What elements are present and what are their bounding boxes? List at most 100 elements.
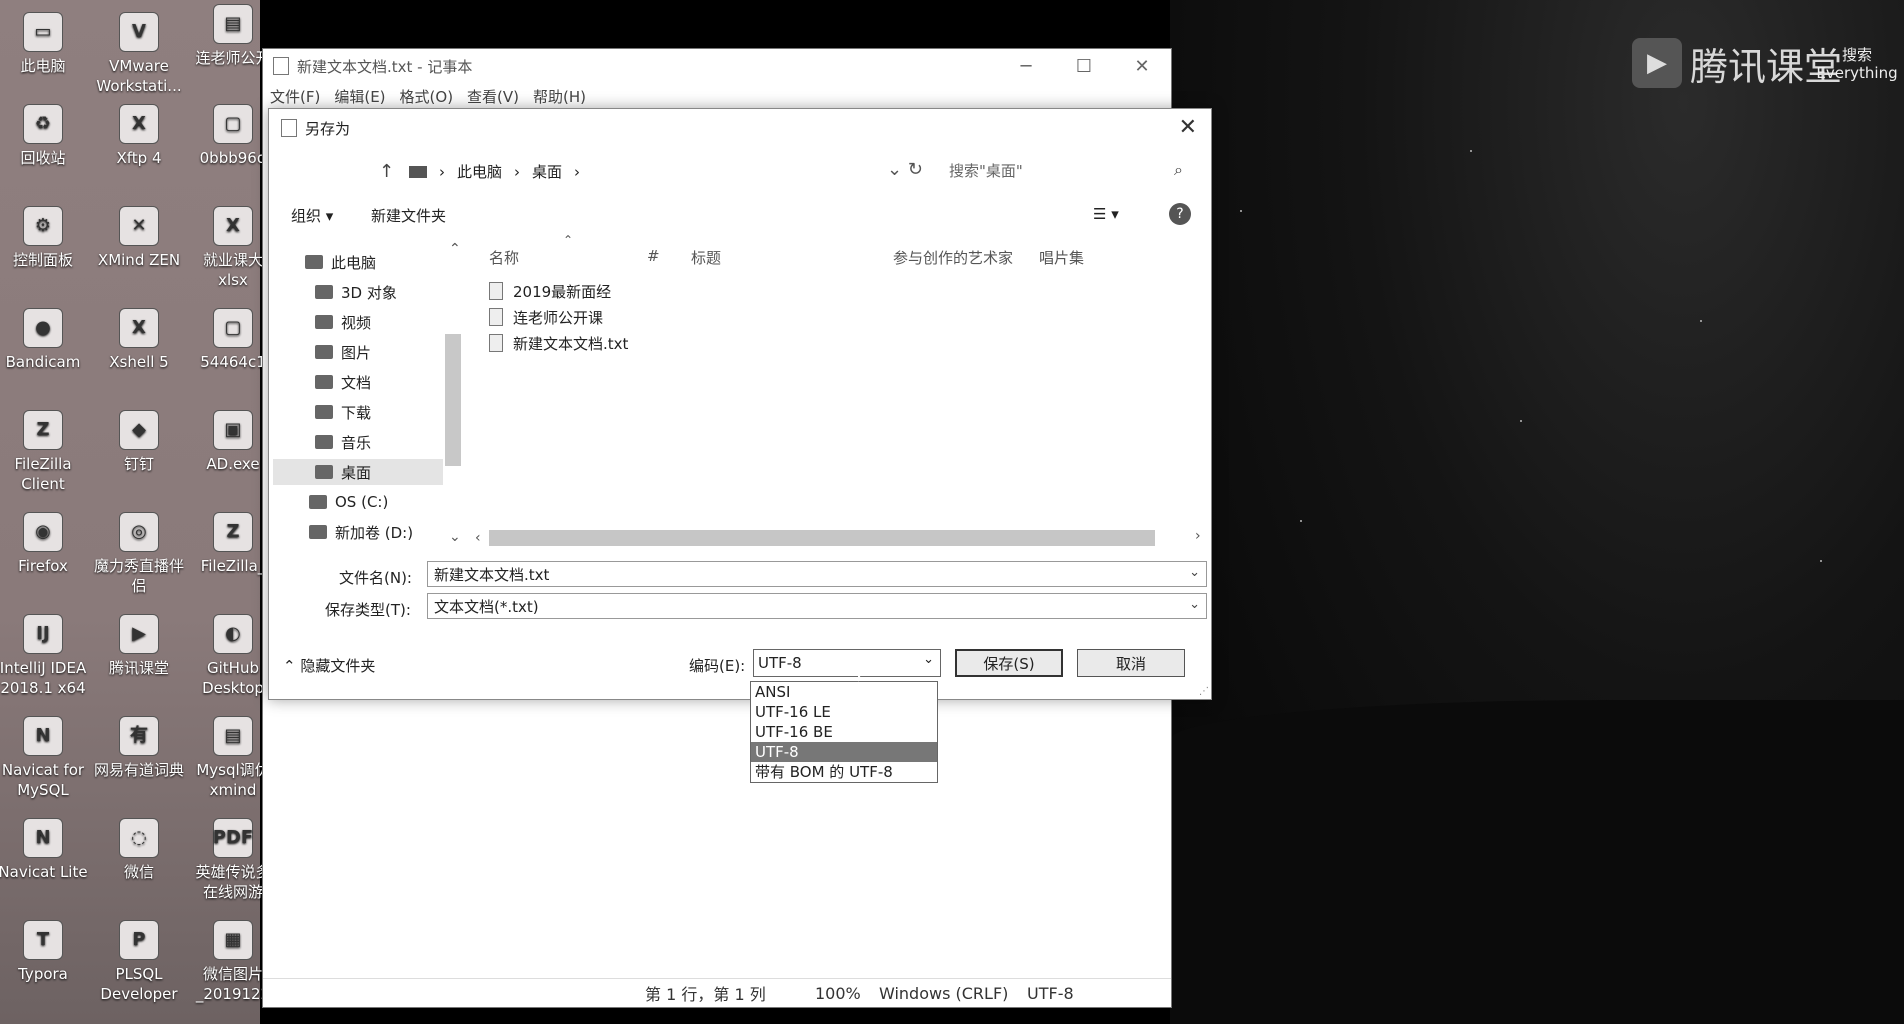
column-header-title[interactable]: 标题 — [691, 247, 721, 268]
desktop-icon-plsql[interactable]: P PLSQL Developer — [92, 920, 186, 1004]
up-arrow-icon[interactable]: ↑ — [379, 161, 394, 182]
encoding-select[interactable]: UTF-8 ⌄ — [753, 649, 941, 677]
chevron-down-icon[interactable]: ⌄ — [1189, 597, 1200, 612]
search-input[interactable]: 搜索"桌面" ⌕ — [949, 155, 1189, 185]
breadcrumb-this-pc[interactable]: 此电脑 — [457, 161, 502, 182]
organize-button[interactable]: 组织 ▾ — [291, 205, 333, 226]
scroll-right-icon[interactable]: › — [1195, 528, 1201, 544]
scroll-left-icon[interactable]: ‹ — [475, 530, 481, 546]
nav-item-desktop[interactable]: 桌面 — [273, 459, 443, 485]
filetype-select[interactable]: 文本文档(*.txt) ⌄ — [427, 593, 1207, 619]
sort-up-icon: ⌃ — [563, 233, 574, 247]
encoding-option-utf16le[interactable]: UTF-16 LE — [751, 702, 937, 722]
picture-icon — [315, 345, 333, 359]
desktop-icon-navicat-mysql[interactable]: N Navicat for MySQL — [0, 716, 90, 800]
dialog-footer: ⌃ 隐藏文件夹 编码(E): UTF-8 ⌄ 保存(S) 取消 — [269, 649, 1211, 689]
desktop-icon-this-pc[interactable]: ▭ 此电脑 — [0, 12, 90, 76]
desktop-icon-live-helper[interactable]: ◎ 魔力秀直播伴侣 — [92, 512, 186, 596]
nav-item-this-pc[interactable]: 此电脑 — [305, 249, 376, 275]
save-button[interactable]: 保存(S) — [955, 649, 1063, 677]
star — [1700, 320, 1702, 322]
minimize-button[interactable]: ─ — [997, 49, 1055, 83]
nav-scroll-down-icon[interactable]: ⌄ — [449, 529, 461, 545]
desktop-icon-everything[interactable]: 搜索 Everything — [1810, 46, 1904, 82]
nav-item-3d-objects[interactable]: 3D 对象 — [315, 279, 397, 305]
nav-item-os-c[interactable]: OS (C:) — [309, 489, 388, 515]
encoding-option-utf8-bom[interactable]: 带有 BOM 的 UTF-8 — [751, 762, 937, 782]
pdf-icon: PDF — [213, 818, 253, 858]
chevron-down-icon: ⌄ — [923, 652, 934, 667]
dialog-close-button[interactable]: ✕ — [1179, 115, 1197, 140]
breadcrumb-desktop[interactable]: 桌面 — [532, 161, 562, 182]
notepad-title: 新建文本文档.txt - 记事本 — [297, 57, 473, 76]
desktop-icon-navicat-lite[interactable]: N Navicat Lite — [0, 818, 90, 882]
encoding-option-utf8[interactable]: UTF-8 — [751, 742, 937, 762]
menu-help[interactable]: 帮助(H) — [526, 86, 593, 107]
desktop-icon-control-panel[interactable]: ⚙ 控制面板 — [0, 206, 90, 270]
star — [1240, 210, 1242, 212]
encoding-dropdown-list: ANSI UTF-16 LE UTF-16 BE UTF-8 带有 BOM 的 … — [750, 681, 938, 783]
xftp-icon: X — [119, 104, 159, 144]
column-header-number[interactable]: # — [647, 247, 660, 265]
dialog-title: 另存为 — [305, 119, 351, 138]
desktop-icon-wechat[interactable]: ◌ 微信 — [92, 818, 186, 882]
navicat-icon: N — [23, 818, 63, 858]
breadcrumb[interactable]: › 此电脑 › 桌面 › — [409, 161, 580, 182]
hide-folders-toggle[interactable]: ⌃ 隐藏文件夹 — [283, 655, 375, 676]
nav-item-videos[interactable]: 视频 — [315, 309, 371, 335]
nav-item-pictures[interactable]: 图片 — [315, 339, 371, 365]
help-icon[interactable]: ? — [1169, 203, 1191, 225]
star — [1470, 150, 1472, 152]
dialog-titlebar: 另存为 — [269, 109, 1211, 147]
nav-item-downloads[interactable]: 下载 — [315, 399, 371, 425]
column-header-artist[interactable]: 参与创作的艺术家 — [893, 247, 1013, 268]
encoding-option-utf16be[interactable]: UTF-16 BE — [751, 722, 937, 742]
nav-scrollbar-thumb[interactable] — [445, 334, 461, 466]
column-header-album[interactable]: 唱片集 — [1039, 247, 1084, 268]
nav-item-music[interactable]: 音乐 — [315, 429, 371, 455]
resize-grip-icon[interactable]: ⋰ — [1199, 686, 1209, 697]
menu-file[interactable]: 文件(F) — [263, 86, 327, 107]
desktop-icon-dingtalk[interactable]: ◆ 钉钉 — [92, 410, 186, 474]
desktop-icon-filezilla-client[interactable]: Z FileZilla Client — [0, 410, 90, 494]
nav-item-documents[interactable]: 文档 — [315, 369, 371, 395]
new-folder-button[interactable]: 新建文件夹 — [371, 205, 446, 226]
desktop-icon-xshell[interactable]: X Xshell 5 — [92, 308, 186, 372]
chevron-down-icon[interactable]: ⌄ — [1189, 565, 1200, 580]
desktop-icon-vmware[interactable]: V VMware Workstati... — [92, 12, 186, 96]
menu-format[interactable]: 格式(O) — [393, 86, 461, 107]
nav-scroll-up-icon[interactable]: ⌃ — [449, 241, 461, 257]
horizontal-scrollbar[interactable] — [489, 530, 1155, 546]
wallpaper-hill — [1170, 700, 1904, 1024]
desktop-icon-firefox[interactable]: ◉ Firefox — [0, 512, 90, 576]
computer-icon: ▭ — [23, 12, 63, 52]
desktop-icon-typora[interactable]: T Typora — [0, 920, 90, 984]
column-header-name[interactable]: 名称 — [489, 247, 519, 268]
encoding-option-ansi[interactable]: ANSI — [751, 682, 937, 702]
desktop-icon-recycle-bin[interactable]: ♻ 回收站 — [0, 104, 90, 168]
filename-input[interactable]: 新建文本文档.txt ⌄ — [427, 561, 1207, 587]
notepad-icon — [273, 57, 289, 75]
menu-view[interactable]: 查看(V) — [460, 86, 526, 107]
chevron-up-icon: ⌃ — [283, 657, 301, 675]
close-button[interactable]: ✕ — [1113, 49, 1171, 83]
desktop-icon-xmind[interactable]: ✕ XMind ZEN — [92, 206, 186, 270]
menu-edit[interactable]: 编辑(E) — [327, 86, 392, 107]
file-row[interactable]: 2019最新面经 — [489, 279, 611, 303]
status-zoom: 100% — [815, 983, 861, 1003]
desktop-icon-youdao[interactable]: 有网易有道词典 — [92, 716, 186, 780]
cancel-button[interactable]: 取消 — [1077, 649, 1185, 677]
file-row[interactable]: 连老师公开课 — [489, 305, 603, 329]
bandicam-icon: ● — [23, 308, 63, 348]
notepad-statusbar: 第 1 行，第 1 列 100% Windows (CRLF) UTF-8 — [263, 978, 1171, 1007]
file-row[interactable]: 新建文本文档.txt — [489, 331, 628, 355]
file-icon: ▢ — [213, 308, 253, 348]
desktop-icon-xftp[interactable]: X Xftp 4 — [92, 104, 186, 168]
nav-item-new-volume-d[interactable]: 新加卷 (D:) — [309, 519, 413, 545]
desktop-icon-bandicam[interactable]: ● Bandicam — [0, 308, 90, 372]
desktop-icon-intellij[interactable]: IJ IntelliJ IDEA 2018.1 x64 — [0, 614, 90, 698]
view-options-icon[interactable]: ☰ ▾ — [1093, 205, 1119, 223]
maximize-button[interactable]: ☐ — [1055, 49, 1113, 83]
desktop-icon-tencent-class[interactable]: ▶ 腾讯课堂 — [92, 614, 186, 678]
refresh-icon[interactable]: ⌄ ↻ — [887, 159, 923, 180]
